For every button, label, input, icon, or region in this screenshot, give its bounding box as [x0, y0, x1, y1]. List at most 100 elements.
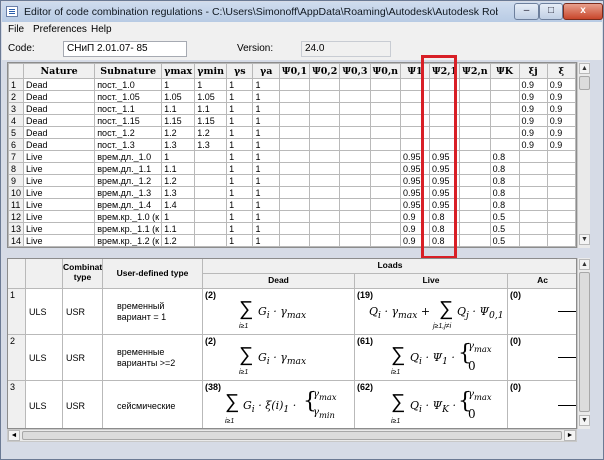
- table-cell[interactable]: [309, 174, 341, 187]
- comb-type-cell[interactable]: ULS: [26, 335, 63, 381]
- table-cell[interactable]: [369, 234, 402, 247]
- table-cell[interactable]: 1: [252, 210, 280, 223]
- table-cell[interactable]: 1: [252, 174, 280, 187]
- table-cell[interactable]: [489, 114, 520, 127]
- menu-help[interactable]: Help: [91, 24, 112, 35]
- table-cell[interactable]: 1: [252, 234, 280, 247]
- table-cell[interactable]: [339, 90, 371, 103]
- table-cell[interactable]: 1: [226, 186, 254, 199]
- table-cell[interactable]: 0.9: [518, 126, 548, 139]
- table-cell[interactable]: 1.3: [161, 246, 196, 247]
- lower-vertical-scrollbar[interactable]: ▲ ▼: [577, 258, 590, 429]
- table-row[interactable]: 5 Dead пост._1.2 1.2 1.2 1 1 0.9 0.9: [8, 126, 576, 139]
- table-cell[interactable]: 1.2: [161, 126, 196, 139]
- table-cell[interactable]: [459, 198, 491, 211]
- maximize-button[interactable]: □: [539, 3, 563, 20]
- table-cell[interactable]: [459, 174, 491, 187]
- table-cell[interactable]: [309, 234, 341, 247]
- table-cell[interactable]: 1.1: [194, 102, 228, 115]
- table-cell[interactable]: [278, 138, 311, 151]
- table-cell[interactable]: врем.кр._1.2 (к: [94, 234, 163, 247]
- table-cell[interactable]: [369, 102, 402, 115]
- table-cell[interactable]: [489, 90, 520, 103]
- close-button[interactable]: x: [563, 3, 603, 20]
- table-cell[interactable]: [309, 114, 341, 127]
- table-cell[interactable]: [339, 78, 371, 91]
- table-cell[interactable]: [278, 222, 311, 235]
- column-header[interactable]: Ψ0,3: [339, 63, 371, 79]
- table-row[interactable]: 8 Live врем.дл._1.1 1.1 1 1 0.95 0.95 0.8: [8, 162, 576, 175]
- table-cell[interactable]: пост._1.1: [94, 102, 163, 115]
- dead-formula-cell[interactable]: (2) ∑ Gi · γmax i≥1: [203, 335, 355, 381]
- table-cell[interactable]: [546, 246, 576, 247]
- table-cell[interactable]: 0.8: [489, 150, 520, 163]
- scroll-thumb[interactable]: [579, 272, 590, 412]
- table-cell[interactable]: 0.9: [546, 138, 576, 151]
- table-cell[interactable]: 1: [226, 246, 254, 247]
- table-cell[interactable]: [194, 198, 228, 211]
- table-cell[interactable]: [339, 186, 371, 199]
- table-row[interactable]: 4 Dead пост._1.15 1.15 1.15 1 1 0.9 0.9: [8, 114, 576, 127]
- table-cell[interactable]: [369, 114, 402, 127]
- table-cell[interactable]: 1: [226, 126, 254, 139]
- horizontal-scrollbar[interactable]: ◄ ►: [7, 429, 577, 442]
- column-header[interactable]: ΨK: [489, 63, 520, 79]
- table-cell[interactable]: [194, 162, 228, 175]
- table-cell[interactable]: [546, 162, 576, 175]
- table-cell[interactable]: 1.3: [161, 186, 196, 199]
- table-cell[interactable]: [369, 78, 402, 91]
- column-header[interactable]: γs: [226, 63, 254, 79]
- column-header[interactable]: γmin: [194, 63, 228, 79]
- table-cell[interactable]: Live: [23, 234, 96, 247]
- column-header[interactable]: Nature: [23, 63, 96, 79]
- table-cell[interactable]: [459, 246, 491, 247]
- table-cell[interactable]: 1.1: [161, 222, 196, 235]
- column-header[interactable]: γmax: [161, 63, 196, 79]
- table-cell[interactable]: [194, 210, 228, 223]
- table-cell[interactable]: 1: [252, 222, 280, 235]
- table-cell[interactable]: [459, 90, 491, 103]
- table-cell[interactable]: Live: [23, 210, 96, 223]
- live-formula-cell[interactable]: (62) ∑ Qi · ΨK · { γmax 0 i≥1: [355, 381, 508, 428]
- table-cell[interactable]: [369, 162, 402, 175]
- table-cell[interactable]: [459, 150, 491, 163]
- table-cell[interactable]: [459, 114, 491, 127]
- menu-file[interactable]: File: [8, 24, 24, 35]
- table-row[interactable]: 12 Live врем.кр._1.0 (к 1 1 1 0.9 0.8 0.5: [8, 210, 576, 223]
- table-cell[interactable]: [369, 174, 402, 187]
- table-cell[interactable]: [278, 234, 311, 247]
- table-cell[interactable]: [339, 174, 371, 187]
- table-cell[interactable]: 1.05: [194, 90, 228, 103]
- code-input[interactable]: СНиП 2.01.07- 85: [63, 41, 187, 57]
- table-cell[interactable]: [309, 222, 341, 235]
- table-cell[interactable]: [278, 90, 311, 103]
- scroll-left-arrow-icon[interactable]: ◄: [8, 430, 20, 441]
- table-cell[interactable]: [194, 234, 228, 247]
- live-formula-cell[interactable]: (61) ∑ Qi · Ψ1 · { γmax 0 i≥1: [355, 335, 508, 381]
- table-cell[interactable]: Live: [23, 186, 96, 199]
- table-row[interactable]: 11 Live врем.дл._1.4 1.4 1 1 0.95 0.95 0.8: [8, 198, 576, 211]
- table-cell[interactable]: [309, 246, 341, 247]
- table-cell[interactable]: [278, 78, 311, 91]
- table-cell[interactable]: 1: [252, 198, 280, 211]
- table-cell[interactable]: 1: [161, 210, 196, 223]
- table-cell[interactable]: 1.1: [161, 102, 196, 115]
- table-cell[interactable]: 1.15: [194, 114, 228, 127]
- accidental-cell[interactable]: (0): [508, 335, 576, 381]
- scroll-thumb[interactable]: [579, 76, 590, 90]
- table-cell[interactable]: [546, 174, 576, 187]
- table-cell[interactable]: Live: [23, 246, 96, 247]
- table-cell[interactable]: [369, 90, 402, 103]
- table-cell[interactable]: пост._1.05: [94, 90, 163, 103]
- horizontal-scroll-thumb[interactable]: [22, 431, 562, 440]
- table-cell[interactable]: [518, 162, 548, 175]
- table-cell[interactable]: [489, 138, 520, 151]
- table-cell[interactable]: [339, 222, 371, 235]
- table-cell[interactable]: [459, 78, 491, 91]
- scroll-up-arrow-icon[interactable]: ▲: [579, 259, 590, 270]
- table-cell[interactable]: [369, 150, 402, 163]
- column-header[interactable]: γa: [252, 63, 280, 79]
- table-cell[interactable]: [546, 150, 576, 163]
- table-cell[interactable]: [309, 102, 341, 115]
- table-cell[interactable]: [278, 246, 311, 247]
